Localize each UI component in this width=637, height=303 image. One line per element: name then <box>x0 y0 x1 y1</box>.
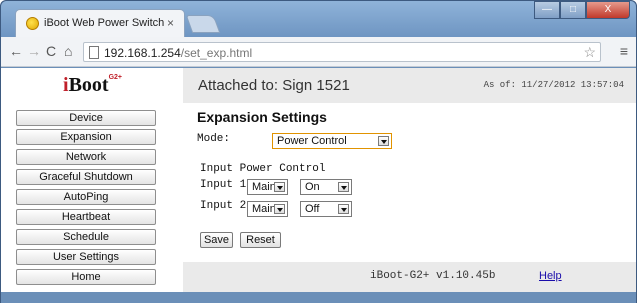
window-frame-bottom <box>1 292 636 303</box>
input-2-source-select[interactable]: Main <box>247 201 288 217</box>
attached-device: Attached to: Sign 1521 <box>198 77 350 94</box>
logo-sup: G2+ <box>108 74 122 81</box>
address-bar[interactable]: 192.168.1.254/set_exp.html ☆ <box>83 42 601 62</box>
forward-arrow-icon[interactable]: → <box>27 43 41 59</box>
new-tab-button[interactable] <box>185 15 221 33</box>
sidebar: iBootG2+ Device Expansion Network Gracef… <box>1 68 183 292</box>
input-2-state-value: Off <box>305 203 320 215</box>
close-window-button[interactable]: X <box>586 1 630 19</box>
sidebar-item-autoping[interactable]: AutoPing <box>16 189 156 205</box>
tab-close-icon[interactable]: × <box>167 16 174 30</box>
maximize-button[interactable]: □ <box>560 1 586 19</box>
chevron-down-icon <box>338 182 349 192</box>
sidebar-item-graceful-shutdown[interactable]: Graceful Shutdown <box>16 169 156 185</box>
mode-value: Power Control <box>277 135 347 147</box>
input-1-source-value: Main <box>252 181 276 193</box>
logo-text: Boot <box>68 74 109 96</box>
help-link[interactable]: Help <box>539 270 562 282</box>
input-2-source-value: Main <box>252 203 276 215</box>
firmware-version: iBoot-G2+ v1.10.45b <box>370 270 496 282</box>
sidebar-item-user-settings[interactable]: User Settings <box>16 249 156 265</box>
sidebar-item-expansion[interactable]: Expansion <box>16 129 156 145</box>
chevron-down-icon <box>378 136 389 146</box>
bookmark-star-icon[interactable]: ☆ <box>583 44 596 61</box>
menu-icon[interactable]: ≡ <box>620 43 628 59</box>
chevron-down-icon <box>274 204 285 214</box>
save-button[interactable]: Save <box>200 232 233 248</box>
reset-button[interactable]: Reset <box>240 232 281 248</box>
minimize-button[interactable]: — <box>534 1 560 19</box>
mode-label: Mode: <box>197 133 231 145</box>
url-host: 192.168.1.254 <box>104 46 181 60</box>
input-1-label: Input 1 <box>200 179 247 191</box>
back-arrow-icon[interactable]: ← <box>9 43 23 59</box>
sidebar-item-home[interactable]: Home <box>16 269 156 285</box>
chevron-down-icon <box>338 204 349 214</box>
page-title: Expansion Settings <box>197 109 327 125</box>
window-controls: — □ X <box>534 1 630 21</box>
favicon-icon <box>26 17 39 30</box>
input-2-state-select[interactable]: Off <box>300 201 352 217</box>
tab-title: iBoot Web Power Switch <box>44 17 165 29</box>
input-power-label: Input Power Control <box>200 163 326 175</box>
sidebar-item-network[interactable]: Network <box>16 149 156 165</box>
home-icon[interactable]: ⌂ <box>64 43 72 59</box>
input-2-label: Input 2 <box>200 200 247 212</box>
url-path: /set_exp.html <box>180 46 253 60</box>
sidebar-item-schedule[interactable]: Schedule <box>16 229 156 245</box>
input-1-state-value: On <box>305 181 320 193</box>
input-1-source-select[interactable]: Main <box>247 179 288 195</box>
page-icon <box>89 46 99 59</box>
sidebar-item-heartbeat[interactable]: Heartbeat <box>16 209 156 225</box>
iboot-logo: iBootG2+ <box>63 74 122 97</box>
chevron-down-icon <box>274 182 285 192</box>
title-bar: iBoot Web Power Switch × — □ X <box>1 1 636 37</box>
page-content: iBootG2+ Device Expansion Network Gracef… <box>1 68 636 292</box>
mode-select[interactable]: Power Control <box>272 133 392 149</box>
browser-toolbar: ← → C ⌂ 192.168.1.254/set_exp.html ☆ ≡ <box>1 37 636 67</box>
footer: iBoot-G2+ v1.10.45b Help <box>183 262 636 292</box>
main-panel: Attached to: Sign 1521 As of: 11/27/2012… <box>183 68 636 292</box>
url-text: 192.168.1.254/set_exp.html <box>104 46 252 60</box>
status-header: Attached to: Sign 1521 As of: 11/27/2012… <box>183 68 636 103</box>
browser-window: iBoot Web Power Switch × — □ X ← → C ⌂ 1… <box>0 0 637 303</box>
reload-icon[interactable]: C <box>46 43 56 59</box>
input-1-state-select[interactable]: On <box>300 179 352 195</box>
browser-tab[interactable]: iBoot Web Power Switch × <box>15 9 185 37</box>
sidebar-item-device[interactable]: Device <box>16 110 156 126</box>
timestamp: As of: 11/27/2012 13:57:04 <box>483 80 624 90</box>
